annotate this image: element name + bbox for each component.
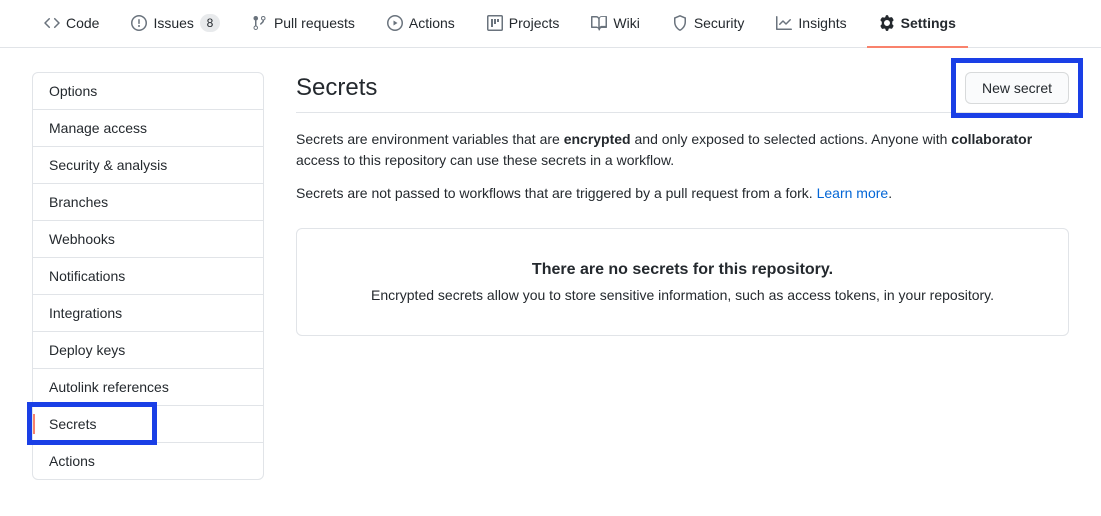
tab-settings[interactable]: Settings [867,0,968,48]
text: Secrets are not passed to workflows that… [296,185,817,201]
sidebar-item-autolink-references[interactable]: Autolink references [33,369,263,406]
text: and only exposed to selected actions. An… [631,131,952,147]
tab-security[interactable]: Security [660,0,757,48]
tab-label: Wiki [613,8,639,38]
tab-label: Issues [153,8,193,38]
tab-projects[interactable]: Projects [475,0,572,48]
sidebar-item-actions[interactable]: Actions [33,443,263,479]
secrets-intro: Secrets are environment variables that a… [296,129,1069,204]
settings-icon [879,15,895,31]
sidebar-item-manage-access[interactable]: Manage access [33,110,263,147]
blankslate-text: Encrypted secrets allow you to store sen… [317,287,1048,303]
tab-label: Projects [509,8,560,38]
text-encrypted: encrypted [564,131,631,147]
tab-label: Security [694,8,745,38]
sidebar-item-deploy-keys[interactable]: Deploy keys [33,332,263,369]
new-secret-button[interactable]: New secret [965,72,1069,104]
text: access to this repository can use these … [296,152,674,168]
tab-label: Pull requests [274,8,355,38]
settings-sidebar: OptionsManage accessSecurity & analysisB… [32,72,264,480]
tab-issues[interactable]: Issues 8 [119,0,231,48]
settings-menu: OptionsManage accessSecurity & analysisB… [32,72,264,480]
tab-pulls[interactable]: Pull requests [240,0,367,48]
tab-actions[interactable]: Actions [375,0,467,48]
actions-icon [387,15,403,31]
learn-more-link[interactable]: Learn more [817,185,889,201]
page-title: Secrets [296,74,377,102]
intro-paragraph-1: Secrets are environment variables that a… [296,129,1069,171]
sidebar-item-options[interactable]: Options [33,73,263,110]
code-icon [44,15,60,31]
tab-label: Insights [798,8,846,38]
blankslate-title: There are no secrets for this repository… [317,261,1048,279]
tab-wiki[interactable]: Wiki [579,0,651,48]
main-content: Secrets New secret Secrets are environme… [296,72,1069,480]
issues-icon [131,15,147,31]
page-header: Secrets New secret [296,72,1069,113]
sidebar-item-security-analysis[interactable]: Security & analysis [33,147,263,184]
pulls-icon [252,15,268,31]
sidebar-item-integrations[interactable]: Integrations [33,295,263,332]
insights-icon [776,15,792,31]
tab-insights[interactable]: Insights [764,0,858,48]
text: . [888,185,892,201]
sidebar-item-secrets[interactable]: Secrets [33,406,263,443]
security-icon [672,15,688,31]
intro-paragraph-2: Secrets are not passed to workflows that… [296,183,1069,204]
wiki-icon [591,15,607,31]
tab-label: Code [66,8,99,38]
tab-issues-count: 8 [200,14,220,32]
sidebar-item-notifications[interactable]: Notifications [33,258,263,295]
sidebar-item-branches[interactable]: Branches [33,184,263,221]
tab-label: Settings [901,8,956,38]
text-collaborator: collaborator [951,131,1032,147]
sidebar-item-webhooks[interactable]: Webhooks [33,221,263,258]
tab-label: Actions [409,8,455,38]
text: Secrets are environment variables that a… [296,131,564,147]
projects-icon [487,15,503,31]
repo-nav: Code Issues 8 Pull requests Actions Projects W… [0,0,1101,48]
tab-code[interactable]: Code [32,0,111,48]
blankslate: There are no secrets for this repository… [296,228,1069,336]
